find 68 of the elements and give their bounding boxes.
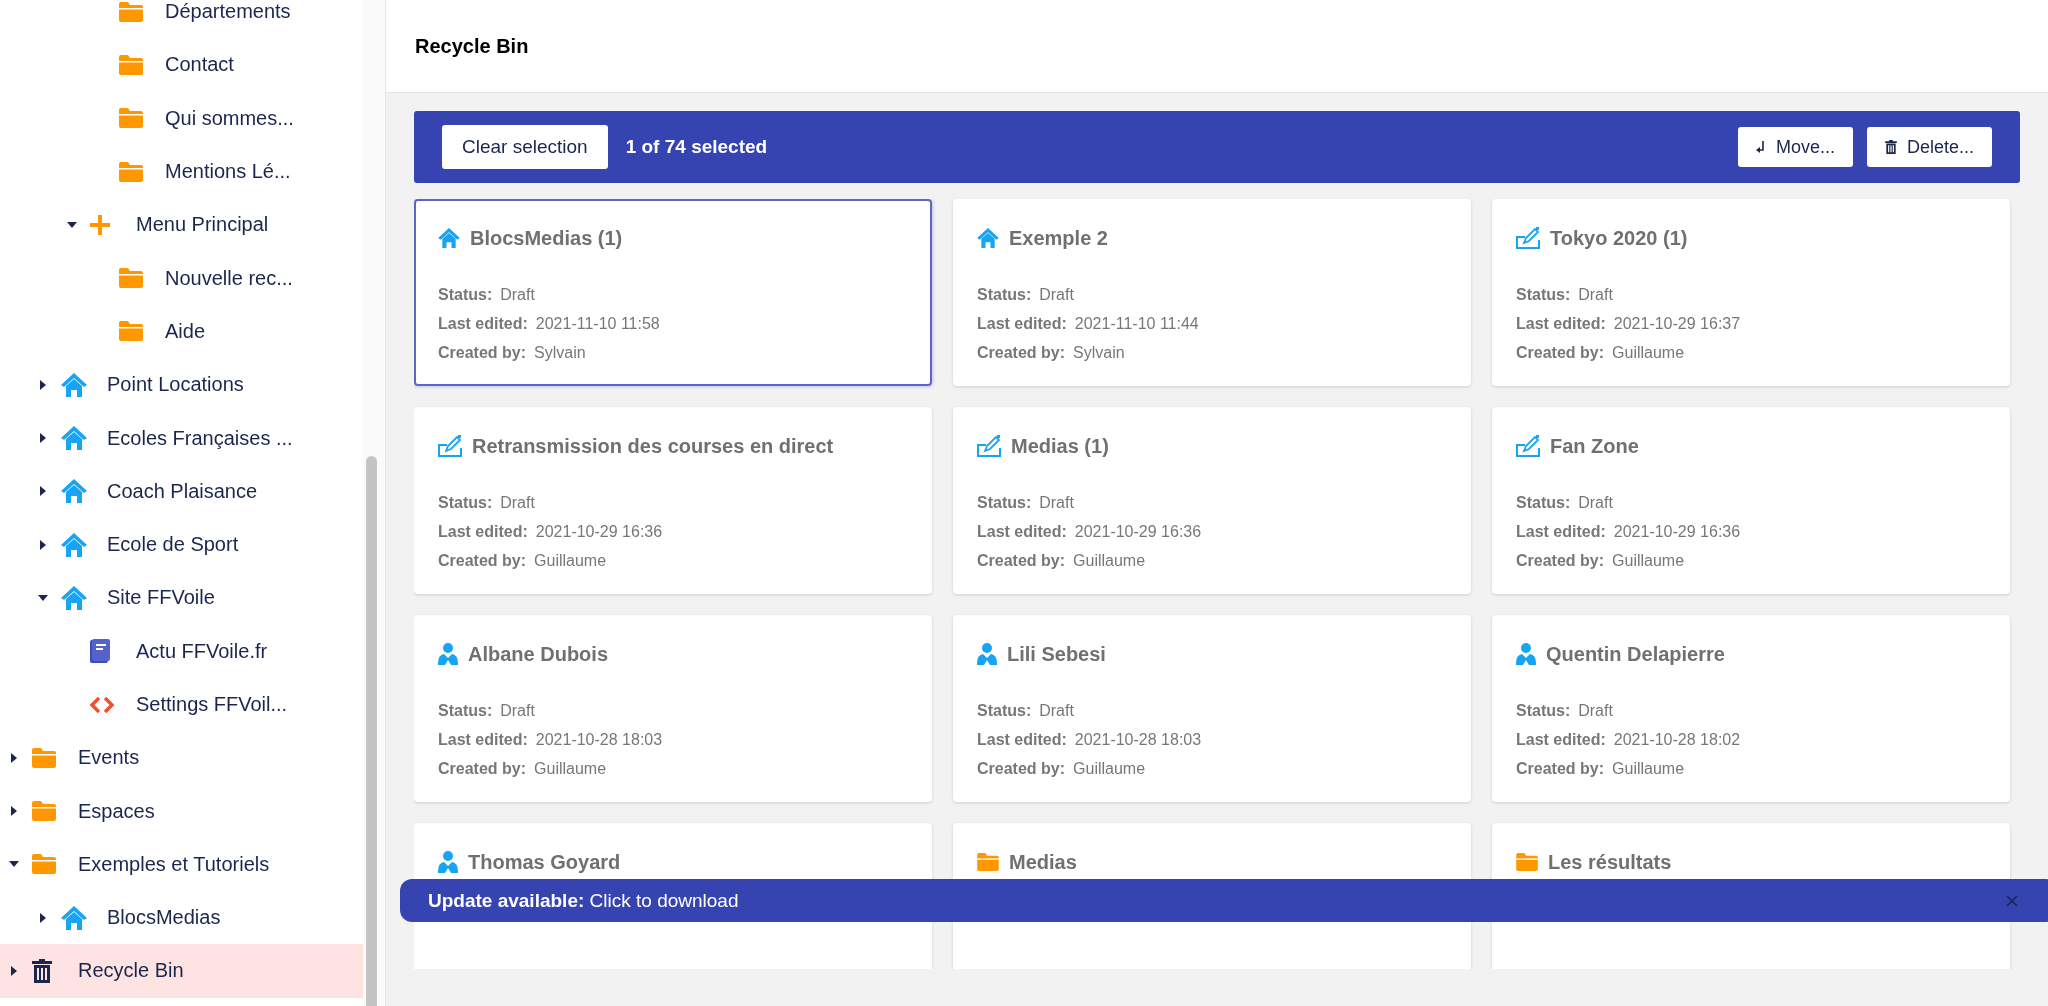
card-title: Quentin Delapierre <box>1546 642 1725 666</box>
field-value: 2021-10-29 16:37 <box>1613 314 1741 333</box>
field-value: Guillaume <box>1612 343 1685 362</box>
field-value: Sylvain <box>1073 343 1125 362</box>
selection-count: 1 of 74 selected <box>625 136 768 158</box>
field-label: Last edited: <box>1516 522 1606 541</box>
field-label: Created by: <box>438 343 527 362</box>
field-value: Draft <box>500 493 535 512</box>
field-value: Draft <box>1039 285 1074 304</box>
field-value: 2021-10-29 16:36 <box>1613 522 1741 541</box>
field-value: Draft <box>500 701 535 720</box>
field-label: Status: <box>438 493 493 512</box>
card-title: Albane Dubois <box>468 642 608 666</box>
field-label: Last edited: <box>438 314 528 333</box>
page-title: Recycle Bin <box>415 34 529 58</box>
field-label: Created by: <box>1516 551 1605 570</box>
field-value: Draft <box>500 285 535 304</box>
card-title: Thomas Goyard <box>468 850 621 874</box>
field-value: Sylvain <box>534 343 586 362</box>
field-value: 2021-10-28 18:03 <box>1074 730 1202 749</box>
field-label: Status: <box>977 493 1032 512</box>
field-label: Created by: <box>977 343 1066 362</box>
card-title: Les résultats <box>1548 850 1672 874</box>
field-value: 2021-11-10 11:44 <box>1074 314 1199 333</box>
card-title: Retransmission des courses en direct <box>472 434 834 458</box>
field-label: Last edited: <box>977 522 1067 541</box>
field-label: Last edited: <box>1516 730 1606 749</box>
field-label: Last edited: <box>977 730 1067 749</box>
field-value: 2021-10-29 16:36 <box>1074 522 1202 541</box>
field-value: Draft <box>1578 493 1613 512</box>
card-title: Medias (1) <box>1011 434 1109 458</box>
field-value: Guillaume <box>534 759 607 778</box>
field-label: Created by: <box>438 551 527 570</box>
field-label: Last edited: <box>1516 314 1606 333</box>
field-value: Draft <box>1578 285 1613 304</box>
field-label: Created by: <box>438 759 527 778</box>
field-label: Status: <box>1516 701 1571 720</box>
field-value: Guillaume <box>1073 759 1146 778</box>
field-value: Guillaume <box>1073 551 1146 570</box>
field-label: Status: <box>977 701 1032 720</box>
field-label: Last edited: <box>977 314 1067 333</box>
field-value: Guillaume <box>1612 551 1685 570</box>
field-value: 2021-10-29 16:36 <box>535 522 663 541</box>
field-label: Last edited: <box>438 522 528 541</box>
field-label: Status: <box>438 701 493 720</box>
field-value: Guillaume <box>534 551 607 570</box>
card-title: BlocsMedias (1) <box>470 226 623 250</box>
field-value: 2021-11-10 11:58 <box>535 314 660 333</box>
field-label: Last edited: <box>438 730 528 749</box>
field-value: Draft <box>1039 701 1074 720</box>
field-value: Guillaume <box>1612 759 1685 778</box>
field-label: Status: <box>977 285 1032 304</box>
field-label: Created by: <box>1516 343 1605 362</box>
card-title: Lili Sebesi <box>1007 642 1106 666</box>
card-title: Exemple 2 <box>1009 226 1108 250</box>
card-title: Medias <box>1009 850 1077 874</box>
field-label: Status: <box>438 285 493 304</box>
card-title: Tokyo 2020 (1) <box>1550 226 1688 250</box>
field-label: Created by: <box>977 759 1066 778</box>
field-label: Created by: <box>977 551 1066 570</box>
field-value: Draft <box>1039 493 1074 512</box>
card-title: Fan Zone <box>1550 434 1639 458</box>
field-label: Status: <box>1516 493 1571 512</box>
field-label: Created by: <box>1516 759 1605 778</box>
field-value: 2021-10-28 18:03 <box>535 730 663 749</box>
field-label: Status: <box>1516 285 1571 304</box>
field-value: Draft <box>1578 701 1613 720</box>
field-value: 2021-10-28 18:02 <box>1613 730 1741 749</box>
